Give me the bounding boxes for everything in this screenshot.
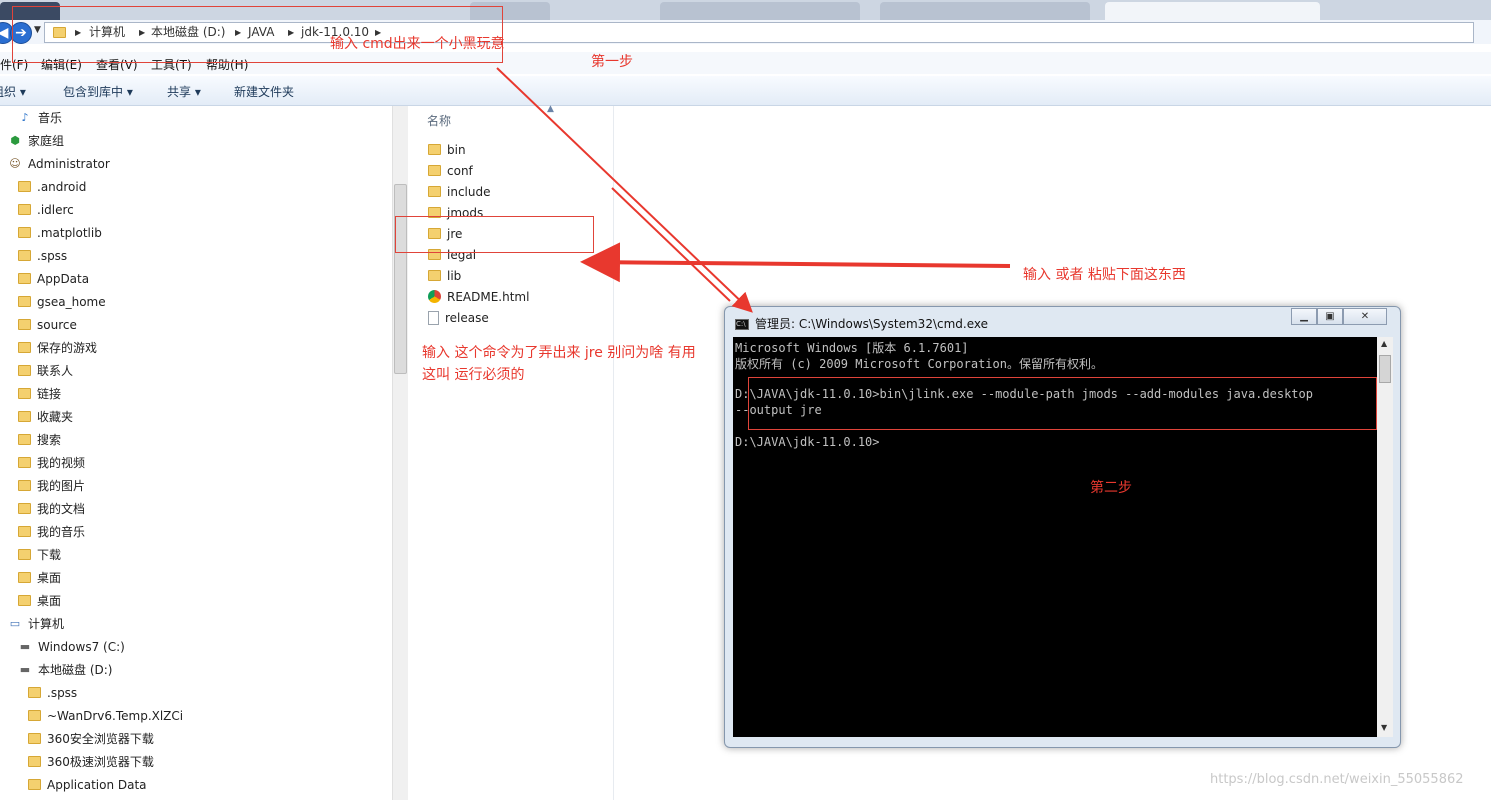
annotation-paste-note: 输入 或者 粘贴下面这东西: [1023, 267, 1186, 283]
annotation-step2: 第二步: [1090, 480, 1132, 496]
annotation-jre-note-1: 输入 这个命令为了弄出来 jre 别问为啥 有用: [422, 345, 696, 361]
annotation-step1: 第一步: [591, 54, 633, 70]
arrow-to-cmd: [496, 67, 753, 313]
annotation-jre-note-2: 这叫 运行必须的: [422, 367, 525, 383]
arrow-line: [611, 187, 731, 302]
arrow-to-jre: [580, 242, 1011, 283]
watermark: https://blog.csdn.net/weixin_55055862: [1210, 772, 1464, 787]
annotation-arrows: [496, 67, 1011, 313]
annotation-step1-note: 输入 cmd出来一个小黑玩意: [330, 36, 505, 52]
